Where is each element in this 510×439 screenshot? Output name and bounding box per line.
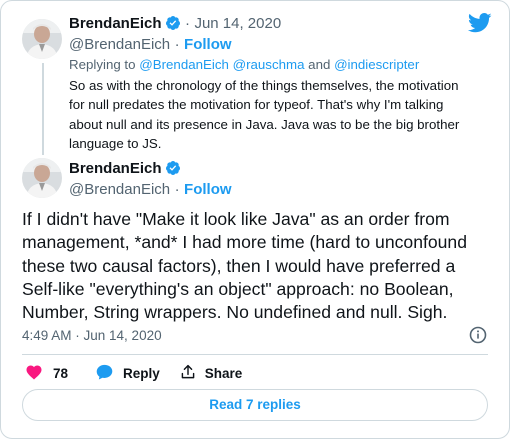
avatar[interactable] [22,158,62,198]
timestamp-text: 4:49 AM · Jun 14, 2020 [22,328,162,343]
tweet-date[interactable]: Jun 14, 2020 [194,15,281,32]
tweet-text-line: about null and its presence in Java. Jav… [69,116,460,132]
like-count: 78 [53,365,69,381]
author-name[interactable]: BrendanEich [69,15,162,32]
tweet-text-line: If I didn't have "Make it look like Java… [22,209,450,229]
read-replies-button[interactable]: Read 7 replies [22,389,488,421]
tweet-text-line: language to JS. [69,135,162,151]
reply-label: Reply [123,365,160,381]
tweet-text-line: Self-like "everything's an object" appro… [22,278,454,299]
author-name[interactable]: BrendanEich [69,160,162,177]
tweet-text-line: Number, String wrappers. No undefined an… [22,302,448,323]
tweet-timestamp[interactable]: 4:49 AM · Jun 14, 2020 [22,327,162,345]
heart-icon [25,363,43,383]
reply-tweet-header: BrendanEich · Jun 14, 2020 [69,15,281,36]
mention-link[interactable]: @BrendanEich [139,57,229,72]
twitter-bird-icon[interactable] [467,13,492,38]
divider [22,354,488,355]
thread-connector-line [42,63,44,155]
reply-button[interactable]: Reply [96,364,160,383]
info-icon[interactable] [469,326,487,349]
verified-badge-icon [165,15,181,36]
reply-tweet-text: So as with the chronology of the things … [69,76,459,153]
main-tweet-text: If I didn't have "Make it look like Java… [22,208,467,324]
main-tweet-handle-row: @BrendanEich · Follow [69,181,232,199]
share-label: Share [204,365,243,381]
tweet-text-line: management, *and* I had more time (hard … [22,232,468,253]
mention-link[interactable]: @indiescripter [334,57,419,72]
mention-link[interactable]: @rauschma [233,57,305,72]
verified-badge-icon [165,160,181,181]
replying-to-label: Replying to [69,57,136,72]
handle-separator: · [174,181,180,198]
author-handle[interactable]: @BrendanEich [69,181,170,198]
avatar[interactable] [22,19,62,59]
handle-separator: · [174,36,180,53]
tweet-text-line: for null predates the motivation for typ… [69,97,444,113]
like-button[interactable]: 78 [25,363,68,383]
tweet-actions-bar: 78 Reply Share [25,363,242,383]
share-icon [180,364,196,383]
share-button[interactable]: Share [180,364,243,383]
header-separator: · [184,15,190,32]
replying-to-and: and [308,57,331,72]
follow-button[interactable]: Follow [184,36,232,53]
tweet-text-line: So as with the chronology of the things … [69,78,459,93]
replying-to-line: Replying to @BrendanEich @rauschma and @… [69,57,419,72]
speech-bubble-icon [96,364,113,383]
reply-tweet-handle-row: @BrendanEich · Follow [69,36,232,54]
follow-button[interactable]: Follow [184,181,232,198]
tweet-embed-card: BrendanEich · Jun 14, 2020 @BrendanEich … [0,0,510,439]
main-tweet-header: BrendanEich [69,160,181,181]
author-handle[interactable]: @BrendanEich [69,36,170,53]
tweet-text-line: these two causal factors), then I would … [22,255,456,276]
